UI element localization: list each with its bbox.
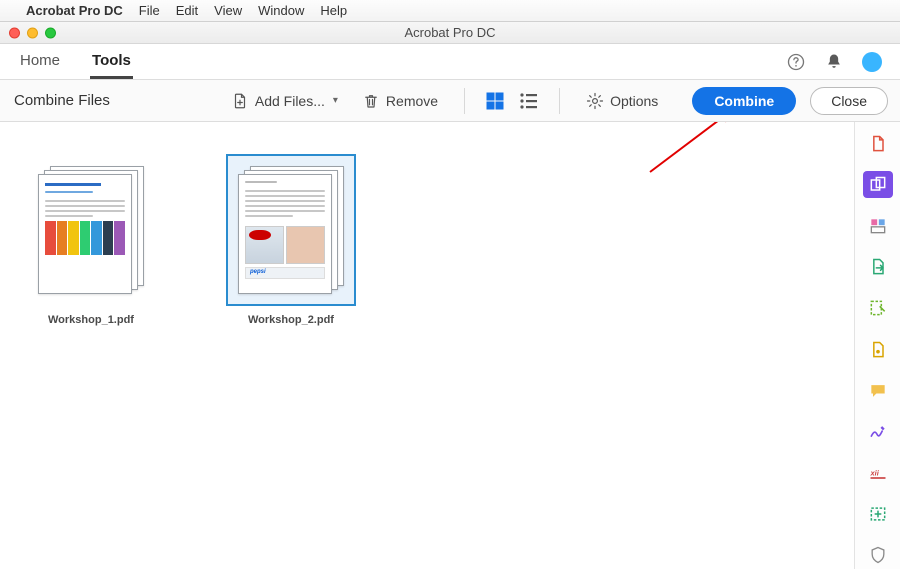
add-files-button[interactable]: Add Files... ▾ bbox=[223, 88, 346, 114]
chevron-down-icon: ▾ bbox=[333, 95, 338, 106]
fill-sign-icon bbox=[868, 422, 888, 442]
remove-label: Remove bbox=[386, 93, 438, 109]
main-area: Workshop_1.pdf bbox=[0, 122, 900, 569]
organize-pages-icon bbox=[868, 216, 888, 236]
file-thumbnail[interactable] bbox=[26, 154, 156, 306]
app-navbar: Home Tools bbox=[0, 44, 900, 80]
toolbar-title: Combine Files bbox=[12, 92, 110, 109]
window-controls bbox=[9, 27, 56, 38]
rail-create-pdf[interactable] bbox=[863, 130, 893, 157]
rail-export-pdf[interactable] bbox=[863, 254, 893, 281]
file-canvas[interactable]: Workshop_1.pdf bbox=[0, 122, 854, 569]
more-tools-icon bbox=[868, 504, 888, 524]
close-button[interactable]: Close bbox=[810, 87, 888, 115]
combine-button[interactable]: Combine bbox=[692, 87, 796, 115]
create-pdf-icon bbox=[868, 134, 888, 154]
add-file-icon bbox=[231, 92, 249, 110]
edit-pdf-icon bbox=[868, 298, 888, 318]
list-view-button[interactable] bbox=[517, 89, 541, 113]
file-thumbnail[interactable]: pepsi bbox=[226, 154, 356, 306]
comment-icon bbox=[868, 381, 888, 401]
view-toggle bbox=[483, 89, 541, 113]
grid-view-button[interactable] bbox=[483, 89, 507, 113]
gear-icon bbox=[586, 92, 604, 110]
rail-redact[interactable]: xii bbox=[863, 460, 893, 487]
avatar-icon[interactable] bbox=[862, 52, 882, 72]
trash-icon bbox=[362, 92, 380, 110]
grid-icon bbox=[483, 89, 507, 113]
tab-tools[interactable]: Tools bbox=[90, 44, 133, 79]
menu-edit[interactable]: Edit bbox=[176, 3, 198, 18]
combine-files-icon bbox=[868, 175, 888, 195]
rail-comment[interactable] bbox=[863, 377, 893, 404]
rail-organize-pages[interactable] bbox=[863, 212, 893, 239]
window-title: Acrobat Pro DC bbox=[404, 25, 495, 40]
tab-home[interactable]: Home bbox=[18, 44, 62, 79]
macos-menubar: Acrobat Pro DC File Edit View Window Hel… bbox=[0, 0, 900, 22]
help-icon[interactable] bbox=[786, 52, 806, 72]
file-name-label: Workshop_2.pdf bbox=[248, 314, 334, 326]
remove-button[interactable]: Remove bbox=[354, 88, 446, 114]
page-stack-icon: pepsi bbox=[238, 166, 344, 294]
minimize-window-button[interactable] bbox=[27, 27, 38, 38]
file-list: Workshop_1.pdf bbox=[26, 154, 828, 326]
menu-view[interactable]: View bbox=[214, 3, 242, 18]
zoom-window-button[interactable] bbox=[45, 27, 56, 38]
file-card[interactable]: Workshop_1.pdf bbox=[26, 154, 156, 326]
shield-icon bbox=[868, 545, 888, 565]
rail-edit-pdf[interactable] bbox=[863, 295, 893, 322]
file-name-label: Workshop_1.pdf bbox=[48, 314, 134, 326]
nav-tabs: Home Tools bbox=[12, 44, 139, 79]
file-card[interactable]: pepsi Workshop_2.pdf bbox=[226, 154, 356, 326]
export-pdf-icon bbox=[868, 257, 888, 277]
protect-icon bbox=[868, 340, 888, 360]
window-titlebar: Acrobat Pro DC bbox=[0, 22, 900, 44]
combine-toolbar: Combine Files Add Files... ▾ Remove Opti… bbox=[0, 80, 900, 122]
separator bbox=[559, 88, 560, 114]
toolbar-actions: Combine Close bbox=[692, 87, 888, 115]
options-button[interactable]: Options bbox=[578, 88, 666, 114]
add-files-label: Add Files... bbox=[255, 93, 325, 109]
menu-file[interactable]: File bbox=[139, 3, 160, 18]
rail-protect[interactable] bbox=[863, 336, 893, 363]
close-window-button[interactable] bbox=[9, 27, 20, 38]
separator bbox=[464, 88, 465, 114]
svg-text:xii: xii bbox=[869, 469, 879, 478]
menubar-app-name[interactable]: Acrobat Pro DC bbox=[26, 3, 123, 18]
redact-icon: xii bbox=[868, 463, 888, 483]
list-icon bbox=[517, 89, 541, 113]
page-stack-icon bbox=[38, 166, 144, 294]
navbar-right bbox=[786, 44, 888, 79]
menu-window[interactable]: Window bbox=[258, 3, 304, 18]
menu-help[interactable]: Help bbox=[320, 3, 347, 18]
rail-combine-files[interactable] bbox=[863, 171, 893, 198]
options-label: Options bbox=[610, 93, 658, 109]
rail-shield[interactable] bbox=[863, 542, 893, 569]
rail-fill-sign[interactable] bbox=[863, 418, 893, 445]
bell-icon[interactable] bbox=[824, 52, 844, 72]
rail-more-tools[interactable] bbox=[863, 501, 893, 528]
tools-rail: xii bbox=[854, 122, 900, 569]
